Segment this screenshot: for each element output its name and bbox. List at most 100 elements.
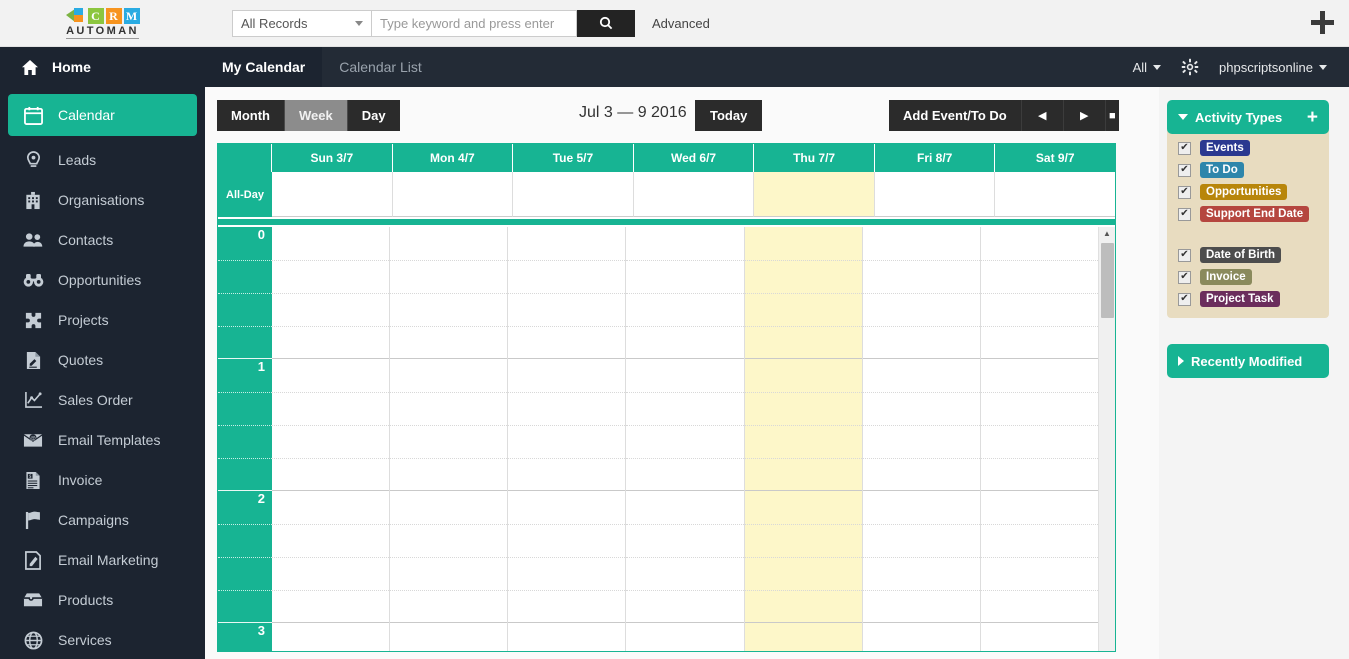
day-column-fri[interactable] — [862, 227, 981, 651]
record-filter-select[interactable]: All Records — [232, 9, 372, 37]
gear-icon — [1181, 58, 1199, 76]
day-header-sat[interactable]: Sat 9/7 — [995, 144, 1115, 172]
activity-group-divider — [1178, 228, 1320, 247]
all-day-cell-fri[interactable] — [874, 172, 996, 217]
building-icon — [22, 191, 44, 210]
activity-row-to-do: ✔ To Do — [1178, 162, 1320, 178]
all-day-cell-thu[interactable] — [754, 172, 875, 217]
nav-filter-all[interactable]: All — [1133, 60, 1162, 75]
all-day-cell-sat[interactable] — [995, 172, 1116, 217]
prev-week-button[interactable]: ◀ — [1020, 100, 1063, 131]
time-label-2-text: 2 — [257, 491, 265, 506]
day-header-tue[interactable]: Tue 5/7 — [513, 144, 634, 172]
sidebar-item-email-marketing[interactable]: Email Marketing — [0, 540, 205, 580]
activity-badge-invoice[interactable]: Invoice — [1200, 269, 1252, 285]
activity-checkbox-support-end-date[interactable]: ✔ — [1178, 207, 1191, 221]
sidebar-item-invoice[interactable]: $ Invoice — [0, 460, 205, 500]
note-pencil-icon — [22, 550, 44, 570]
day-header-wed[interactable]: Wed 6/7 — [634, 144, 755, 172]
cube-logo-icon — [65, 8, 83, 23]
scroll-up-icon[interactable]: ▲ — [1099, 227, 1115, 239]
sidebar-item-calendar[interactable]: Calendar — [8, 94, 197, 136]
sidebar-item-opportunities[interactable]: Opportunities — [0, 260, 205, 300]
all-day-cell-sun[interactable] — [272, 172, 393, 217]
sidebar-item-services-label: Services — [58, 632, 112, 648]
view-day-button[interactable]: Day — [347, 100, 400, 131]
nav-home-button[interactable]: Home — [0, 47, 205, 87]
day-column-mon[interactable] — [390, 227, 509, 651]
search-icon — [599, 16, 613, 30]
sidebar-item-sales-order[interactable]: Sales Order — [0, 380, 205, 420]
add-event-button[interactable]: Add Event/To Do — [889, 100, 1021, 131]
day-header-fri[interactable]: Fri 8/7 — [875, 144, 996, 172]
nav-home-label: Home — [52, 59, 91, 75]
time-grid-scroll: 0 1 2 3 ▲ — [218, 227, 1115, 651]
activity-checkbox-opportunities[interactable]: ✔ — [1178, 185, 1191, 199]
app-logo[interactable]: C R M AUTOMAN — [0, 7, 205, 39]
day-header-thu[interactable]: Thu 7/7 — [754, 144, 875, 172]
sidebar-item-campaigns[interactable]: Campaigns — [0, 500, 205, 540]
search-button[interactable] — [577, 9, 635, 37]
header-gutter — [218, 144, 272, 172]
advanced-search-link[interactable]: Advanced — [652, 16, 710, 31]
day-column-tue[interactable] — [508, 227, 627, 651]
add-new-icon[interactable] — [1310, 10, 1336, 36]
search-input[interactable] — [372, 9, 577, 37]
activity-checkbox-to-do[interactable]: ✔ — [1178, 163, 1191, 177]
scrollbar-thumb[interactable] — [1101, 243, 1114, 318]
sidebar-item-quotes[interactable]: Quotes — [0, 340, 205, 380]
activity-badge-date-of-birth[interactable]: Date of Birth — [1200, 247, 1281, 263]
activity-checkbox-events[interactable]: ✔ — [1178, 141, 1191, 155]
activity-checkbox-invoice[interactable]: ✔ — [1178, 270, 1191, 284]
activity-badge-to-do[interactable]: To Do — [1200, 162, 1244, 178]
sidebar-item-services[interactable]: Services — [0, 620, 205, 659]
sidebar-item-email-templates[interactable]: @ Email Templates — [0, 420, 205, 460]
sidebar-item-products-label: Products — [58, 592, 114, 608]
time-label-3-text: 3 — [257, 623, 265, 638]
day-column-sun[interactable] — [272, 227, 391, 651]
activity-row-opportunities: ✔ Opportunities — [1178, 184, 1320, 200]
activity-badge-events[interactable]: Events — [1200, 140, 1250, 156]
day-header-mon[interactable]: Mon 4/7 — [393, 144, 514, 172]
today-button[interactable]: Today — [695, 100, 763, 131]
activity-checkbox-date-of-birth[interactable]: ✔ — [1178, 248, 1191, 262]
all-day-cell-wed[interactable] — [633, 172, 755, 217]
view-month-button[interactable]: Month — [217, 100, 285, 131]
calendar-overflow-button[interactable]: ■ — [1104, 100, 1119, 131]
calendar-vertical-scrollbar[interactable]: ▲ — [1098, 227, 1115, 651]
sidebar-item-email-marketing-label: Email Marketing — [58, 552, 159, 568]
top-bar: C R M AUTOMAN All Records Advanced — [0, 0, 1349, 47]
recently-modified-header[interactable]: Recently Modified — [1167, 344, 1329, 378]
sidebar-item-sales-order-label: Sales Order — [58, 392, 133, 408]
calendar-grid: Sun 3/7 Mon 4/7 Tue 5/7 Wed 6/7 Thu 7/7 … — [217, 143, 1116, 652]
user-menu[interactable]: phpscriptsonline — [1219, 60, 1327, 75]
line-chart-icon — [22, 391, 44, 409]
tray-icon — [22, 592, 44, 608]
view-week-button[interactable]: Week — [284, 100, 348, 131]
day-header-sun[interactable]: Sun 3/7 — [272, 144, 393, 172]
activity-badge-project-task[interactable]: Project Task — [1200, 291, 1280, 307]
sidebar-item-contacts-label: Contacts — [58, 232, 114, 248]
sidebar-item-leads[interactable]: Leads — [0, 140, 205, 180]
add-activity-type-icon[interactable]: + — [1307, 108, 1318, 127]
day-column-sat[interactable] — [980, 227, 1098, 651]
next-week-button[interactable]: ▶ — [1062, 100, 1105, 131]
more-options-icon: ■ — [1108, 109, 1116, 122]
all-day-cell-mon[interactable] — [392, 172, 514, 217]
sidebar-item-products[interactable]: Products — [0, 580, 205, 620]
activity-types-header[interactable]: Activity Types + — [1167, 100, 1329, 134]
day-column-wed[interactable] — [626, 227, 745, 651]
all-day-cell-tue[interactable] — [513, 172, 634, 217]
sidebar-item-organisations[interactable]: Organisations — [0, 180, 205, 220]
tab-my-calendar[interactable]: My Calendar — [205, 47, 323, 87]
sidebar-item-contacts[interactable]: Contacts — [0, 220, 205, 260]
recently-modified-title: Recently Modified — [1191, 353, 1303, 369]
settings-button[interactable] — [1181, 58, 1199, 76]
sidebar-item-projects[interactable]: Projects — [0, 300, 205, 340]
activity-badge-opportunities[interactable]: Opportunities — [1200, 184, 1288, 200]
sidebar-item-opportunities-label: Opportunities — [58, 272, 142, 288]
day-column-thu[interactable] — [744, 227, 863, 651]
activity-badge-support-end-date[interactable]: Support End Date — [1200, 206, 1310, 222]
activity-checkbox-project-task[interactable]: ✔ — [1178, 292, 1191, 306]
tab-calendar-list[interactable]: Calendar List — [322, 47, 439, 87]
